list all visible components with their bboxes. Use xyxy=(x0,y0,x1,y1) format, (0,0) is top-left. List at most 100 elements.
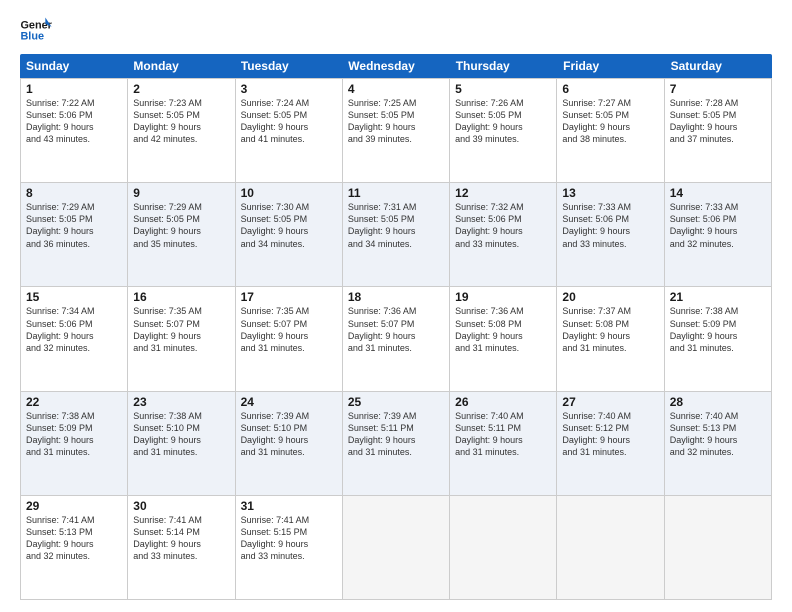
day-number: 12 xyxy=(455,186,551,200)
day-cell-18: 18Sunrise: 7:36 AM Sunset: 5:07 PM Dayli… xyxy=(343,287,450,390)
calendar-row: 29Sunrise: 7:41 AM Sunset: 5:13 PM Dayli… xyxy=(20,496,772,600)
day-info: Sunrise: 7:23 AM Sunset: 5:05 PM Dayligh… xyxy=(133,97,229,146)
header-cell-friday: Friday xyxy=(557,54,664,78)
day-number: 16 xyxy=(133,290,229,304)
day-number: 4 xyxy=(348,82,444,96)
day-cell-5: 5Sunrise: 7:26 AM Sunset: 5:05 PM Daylig… xyxy=(450,79,557,182)
day-info: Sunrise: 7:32 AM Sunset: 5:06 PM Dayligh… xyxy=(455,201,551,250)
day-number: 6 xyxy=(562,82,658,96)
day-cell-26: 26Sunrise: 7:40 AM Sunset: 5:11 PM Dayli… xyxy=(450,392,557,495)
header-cell-saturday: Saturday xyxy=(665,54,772,78)
day-info: Sunrise: 7:37 AM Sunset: 5:08 PM Dayligh… xyxy=(562,305,658,354)
day-info: Sunrise: 7:33 AM Sunset: 5:06 PM Dayligh… xyxy=(670,201,766,250)
day-number: 14 xyxy=(670,186,766,200)
day-cell-3: 3Sunrise: 7:24 AM Sunset: 5:05 PM Daylig… xyxy=(236,79,343,182)
day-info: Sunrise: 7:38 AM Sunset: 5:10 PM Dayligh… xyxy=(133,410,229,459)
day-number: 25 xyxy=(348,395,444,409)
calendar: SundayMondayTuesdayWednesdayThursdayFrid… xyxy=(20,54,772,600)
day-number: 31 xyxy=(241,499,337,513)
day-info: Sunrise: 7:38 AM Sunset: 5:09 PM Dayligh… xyxy=(26,410,122,459)
day-number: 15 xyxy=(26,290,122,304)
day-info: Sunrise: 7:26 AM Sunset: 5:05 PM Dayligh… xyxy=(455,97,551,146)
day-cell-14: 14Sunrise: 7:33 AM Sunset: 5:06 PM Dayli… xyxy=(665,183,772,286)
day-cell-29: 29Sunrise: 7:41 AM Sunset: 5:13 PM Dayli… xyxy=(21,496,128,599)
day-cell-20: 20Sunrise: 7:37 AM Sunset: 5:08 PM Dayli… xyxy=(557,287,664,390)
day-number: 5 xyxy=(455,82,551,96)
day-info: Sunrise: 7:35 AM Sunset: 5:07 PM Dayligh… xyxy=(241,305,337,354)
day-number: 26 xyxy=(455,395,551,409)
calendar-row: 22Sunrise: 7:38 AM Sunset: 5:09 PM Dayli… xyxy=(20,392,772,496)
day-number: 18 xyxy=(348,290,444,304)
empty-cell xyxy=(557,496,664,599)
day-cell-2: 2Sunrise: 7:23 AM Sunset: 5:05 PM Daylig… xyxy=(128,79,235,182)
empty-cell xyxy=(343,496,450,599)
svg-text:Blue: Blue xyxy=(20,30,44,42)
day-cell-17: 17Sunrise: 7:35 AM Sunset: 5:07 PM Dayli… xyxy=(236,287,343,390)
day-info: Sunrise: 7:41 AM Sunset: 5:13 PM Dayligh… xyxy=(26,514,122,563)
day-info: Sunrise: 7:38 AM Sunset: 5:09 PM Dayligh… xyxy=(670,305,766,354)
day-cell-25: 25Sunrise: 7:39 AM Sunset: 5:11 PM Dayli… xyxy=(343,392,450,495)
day-cell-21: 21Sunrise: 7:38 AM Sunset: 5:09 PM Dayli… xyxy=(665,287,772,390)
day-number: 3 xyxy=(241,82,337,96)
day-cell-24: 24Sunrise: 7:39 AM Sunset: 5:10 PM Dayli… xyxy=(236,392,343,495)
header-cell-thursday: Thursday xyxy=(450,54,557,78)
day-info: Sunrise: 7:41 AM Sunset: 5:15 PM Dayligh… xyxy=(241,514,337,563)
empty-cell xyxy=(450,496,557,599)
day-number: 28 xyxy=(670,395,766,409)
calendar-header: SundayMondayTuesdayWednesdayThursdayFrid… xyxy=(20,54,772,78)
day-number: 17 xyxy=(241,290,337,304)
day-cell-15: 15Sunrise: 7:34 AM Sunset: 5:06 PM Dayli… xyxy=(21,287,128,390)
day-number: 24 xyxy=(241,395,337,409)
day-info: Sunrise: 7:35 AM Sunset: 5:07 PM Dayligh… xyxy=(133,305,229,354)
day-info: Sunrise: 7:34 AM Sunset: 5:06 PM Dayligh… xyxy=(26,305,122,354)
day-info: Sunrise: 7:27 AM Sunset: 5:05 PM Dayligh… xyxy=(562,97,658,146)
day-info: Sunrise: 7:40 AM Sunset: 5:11 PM Dayligh… xyxy=(455,410,551,459)
day-number: 29 xyxy=(26,499,122,513)
day-cell-23: 23Sunrise: 7:38 AM Sunset: 5:10 PM Dayli… xyxy=(128,392,235,495)
logo-icon: General Blue xyxy=(20,16,52,44)
day-number: 2 xyxy=(133,82,229,96)
day-number: 22 xyxy=(26,395,122,409)
day-cell-8: 8Sunrise: 7:29 AM Sunset: 5:05 PM Daylig… xyxy=(21,183,128,286)
logo: General Blue xyxy=(20,16,56,44)
day-info: Sunrise: 7:29 AM Sunset: 5:05 PM Dayligh… xyxy=(26,201,122,250)
day-info: Sunrise: 7:31 AM Sunset: 5:05 PM Dayligh… xyxy=(348,201,444,250)
day-info: Sunrise: 7:24 AM Sunset: 5:05 PM Dayligh… xyxy=(241,97,337,146)
header: General Blue xyxy=(20,16,772,44)
day-number: 13 xyxy=(562,186,658,200)
header-cell-tuesday: Tuesday xyxy=(235,54,342,78)
day-cell-30: 30Sunrise: 7:41 AM Sunset: 5:14 PM Dayli… xyxy=(128,496,235,599)
day-number: 20 xyxy=(562,290,658,304)
day-cell-12: 12Sunrise: 7:32 AM Sunset: 5:06 PM Dayli… xyxy=(450,183,557,286)
day-info: Sunrise: 7:22 AM Sunset: 5:06 PM Dayligh… xyxy=(26,97,122,146)
day-info: Sunrise: 7:29 AM Sunset: 5:05 PM Dayligh… xyxy=(133,201,229,250)
header-cell-sunday: Sunday xyxy=(20,54,127,78)
header-cell-monday: Monday xyxy=(127,54,234,78)
day-cell-22: 22Sunrise: 7:38 AM Sunset: 5:09 PM Dayli… xyxy=(21,392,128,495)
day-info: Sunrise: 7:33 AM Sunset: 5:06 PM Dayligh… xyxy=(562,201,658,250)
page: General Blue SundayMondayTuesdayWednesda… xyxy=(0,0,792,612)
day-info: Sunrise: 7:40 AM Sunset: 5:13 PM Dayligh… xyxy=(670,410,766,459)
day-cell-7: 7Sunrise: 7:28 AM Sunset: 5:05 PM Daylig… xyxy=(665,79,772,182)
day-number: 27 xyxy=(562,395,658,409)
day-cell-6: 6Sunrise: 7:27 AM Sunset: 5:05 PM Daylig… xyxy=(557,79,664,182)
day-cell-19: 19Sunrise: 7:36 AM Sunset: 5:08 PM Dayli… xyxy=(450,287,557,390)
day-info: Sunrise: 7:40 AM Sunset: 5:12 PM Dayligh… xyxy=(562,410,658,459)
calendar-body: 1Sunrise: 7:22 AM Sunset: 5:06 PM Daylig… xyxy=(20,78,772,600)
day-cell-13: 13Sunrise: 7:33 AM Sunset: 5:06 PM Dayli… xyxy=(557,183,664,286)
day-cell-31: 31Sunrise: 7:41 AM Sunset: 5:15 PM Dayli… xyxy=(236,496,343,599)
day-number: 8 xyxy=(26,186,122,200)
header-cell-wednesday: Wednesday xyxy=(342,54,449,78)
day-number: 30 xyxy=(133,499,229,513)
day-info: Sunrise: 7:36 AM Sunset: 5:07 PM Dayligh… xyxy=(348,305,444,354)
calendar-row: 15Sunrise: 7:34 AM Sunset: 5:06 PM Dayli… xyxy=(20,287,772,391)
day-cell-16: 16Sunrise: 7:35 AM Sunset: 5:07 PM Dayli… xyxy=(128,287,235,390)
day-info: Sunrise: 7:30 AM Sunset: 5:05 PM Dayligh… xyxy=(241,201,337,250)
day-number: 11 xyxy=(348,186,444,200)
day-number: 10 xyxy=(241,186,337,200)
day-info: Sunrise: 7:41 AM Sunset: 5:14 PM Dayligh… xyxy=(133,514,229,563)
day-cell-10: 10Sunrise: 7:30 AM Sunset: 5:05 PM Dayli… xyxy=(236,183,343,286)
calendar-row: 8Sunrise: 7:29 AM Sunset: 5:05 PM Daylig… xyxy=(20,183,772,287)
day-cell-27: 27Sunrise: 7:40 AM Sunset: 5:12 PM Dayli… xyxy=(557,392,664,495)
day-number: 19 xyxy=(455,290,551,304)
